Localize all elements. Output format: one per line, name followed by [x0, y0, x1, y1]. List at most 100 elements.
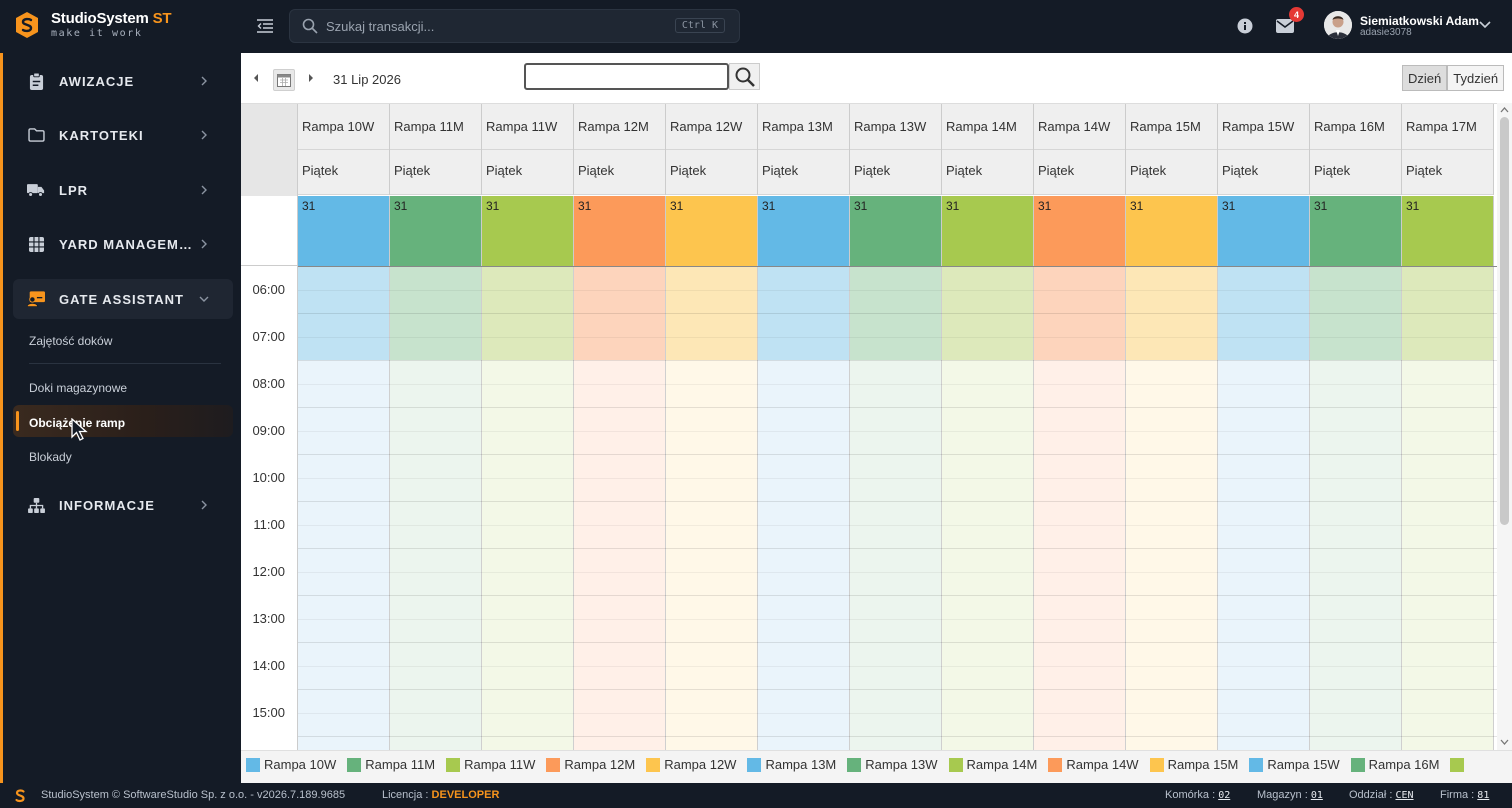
- avatar[interactable]: [1324, 11, 1352, 39]
- resource-name: Rampa 12M: [574, 104, 665, 150]
- day-name: Piątek: [758, 150, 849, 195]
- day-cell[interactable]: 31: [666, 196, 758, 266]
- resource-timeline[interactable]: [758, 266, 850, 750]
- open-hours-block: [390, 360, 481, 750]
- prev-day-button[interactable]: [251, 72, 261, 84]
- resource-timeline[interactable]: [942, 266, 1034, 750]
- sidebar-item-informacje[interactable]: INFORMACJE: [13, 485, 233, 525]
- search-input[interactable]: [326, 18, 656, 34]
- magazyn-info: Magazyn : 01: [1257, 789, 1323, 801]
- sidebar-item-kartoteki[interactable]: KARTOTEKI: [13, 115, 233, 155]
- day-cell[interactable]: 31: [850, 196, 942, 266]
- mail-icon[interactable]: [1276, 19, 1294, 33]
- menu-collapse-icon[interactable]: [256, 18, 274, 34]
- komorka-info: Komórka : 02: [1165, 789, 1231, 801]
- grid-icon: [27, 235, 45, 253]
- active-indicator: [16, 411, 19, 431]
- day-cell[interactable]: 31: [758, 196, 850, 266]
- day-cell[interactable]: 31: [1126, 196, 1218, 266]
- day-name: Piątek: [1310, 150, 1401, 195]
- resource-timeline[interactable]: [1126, 266, 1218, 750]
- sidebar-subitem-blokady[interactable]: Blokady: [29, 450, 72, 464]
- day-name: Piątek: [574, 150, 665, 195]
- logo[interactable]: StudioSystem ST make it work: [16, 11, 172, 39]
- day-name: Piątek: [666, 150, 757, 195]
- legend-swatch: [948, 757, 963, 772]
- scroll-up-icon[interactable]: [1500, 106, 1509, 114]
- scrollbar-thumb[interactable]: [1500, 117, 1509, 525]
- divider: [29, 363, 221, 364]
- view-week-button[interactable]: Tydzień: [1447, 65, 1505, 91]
- logo-icon: [16, 12, 38, 38]
- allday-divider: [298, 266, 1497, 267]
- time-label: 10:00: [252, 470, 285, 485]
- time-label: 07:00: [252, 329, 285, 344]
- resource-column-header: Rampa 16M Piątek: [1310, 104, 1402, 195]
- time-label: 08:00: [252, 376, 285, 391]
- resource-timeline[interactable]: [482, 266, 574, 750]
- resource-timeline[interactable]: [850, 266, 942, 750]
- next-day-button[interactable]: [306, 72, 316, 84]
- view-day-button[interactable]: Dzień: [1402, 65, 1448, 91]
- vertical-scrollbar[interactable]: [1497, 103, 1512, 750]
- day-cell[interactable]: 31: [390, 196, 482, 266]
- sidebar-subitem-zajetosc-dokow[interactable]: Zajętość doków: [29, 334, 112, 348]
- sidebar-subitem-doki-magazynowe[interactable]: Doki magazynowe: [29, 381, 127, 395]
- day-cell[interactable]: 31: [298, 196, 390, 266]
- legend-item: Rampa 14M: [948, 757, 1037, 772]
- time-gridline: [298, 689, 1497, 690]
- day-cell[interactable]: 31: [1310, 196, 1402, 266]
- resource-column-header: Rampa 13W Piątek: [850, 104, 942, 195]
- search-shortcut: Ctrl K: [674, 18, 725, 33]
- time-gridline: [298, 571, 1497, 573]
- chevron-down-icon[interactable]: [1479, 21, 1491, 29]
- resource-timeline[interactable]: [666, 266, 758, 750]
- legend-swatch: [1249, 757, 1264, 772]
- calendar-search-button[interactable]: [729, 63, 760, 90]
- resource-name: Rampa 14W: [1034, 104, 1125, 150]
- calendar-filter-input[interactable]: [524, 63, 729, 90]
- legend-label: Rampa 13M: [765, 757, 837, 772]
- legend-swatch: [747, 757, 762, 772]
- resource-timeline[interactable]: [298, 266, 390, 750]
- time-gridline: [298, 383, 1497, 385]
- resource-column-header: Rampa 11M Piątek: [390, 104, 482, 195]
- day-cell[interactable]: 31: [482, 196, 574, 266]
- time-gridline: [298, 548, 1497, 549]
- time-gridline: [298, 360, 1497, 361]
- sidebar-item-lpr[interactable]: LPR: [13, 170, 233, 210]
- user-name[interactable]: Siemiatkowski Adam: [1360, 14, 1479, 28]
- notification-badge: 4: [1289, 7, 1304, 22]
- legend-item: Rampa 15M: [1149, 757, 1238, 772]
- open-hours-block: [850, 360, 941, 750]
- resource-timeline[interactable]: [1310, 266, 1402, 750]
- sidebar-item-awizacje[interactable]: AWIZACJE: [13, 61, 233, 101]
- sidebar-item-yard-management[interactable]: YARD MANAGEMENT: [13, 224, 233, 264]
- scroll-down-icon[interactable]: [1500, 738, 1509, 746]
- time-gridline: [298, 289, 1497, 291]
- resource-name: Rampa 11M: [390, 104, 481, 150]
- time-label: 14:00: [252, 658, 285, 673]
- legend-label: Rampa 14W: [1066, 757, 1139, 772]
- day-cell[interactable]: 31: [942, 196, 1034, 266]
- global-search[interactable]: Ctrl K: [289, 9, 740, 43]
- day-cell[interactable]: 31: [1034, 196, 1126, 266]
- open-hours-block: [666, 360, 757, 750]
- resource-timeline[interactable]: [1034, 266, 1126, 750]
- day-cell[interactable]: 31: [1218, 196, 1310, 266]
- day-cell[interactable]: 31: [1402, 196, 1494, 266]
- info-icon[interactable]: [1237, 18, 1253, 34]
- resource-timeline[interactable]: [390, 266, 482, 750]
- date-picker-button[interactable]: [273, 69, 295, 91]
- top-bar: StudioSystem ST make it work Ctrl K 4 S: [0, 0, 1512, 53]
- sidebar-item-gate-assistant[interactable]: GATE ASSISTANT: [13, 279, 233, 319]
- day-cell[interactable]: 31: [574, 196, 666, 266]
- legend-swatch: [1149, 757, 1164, 772]
- resource-name: Rampa 15M: [1126, 104, 1217, 150]
- resource-timeline[interactable]: [1218, 266, 1310, 750]
- time-gridline: [298, 501, 1497, 502]
- legend-label: Rampa 10W: [264, 757, 337, 772]
- chevron-down-icon: [199, 296, 209, 302]
- resource-timeline[interactable]: [574, 266, 666, 750]
- resource-timeline[interactable]: [1402, 266, 1494, 750]
